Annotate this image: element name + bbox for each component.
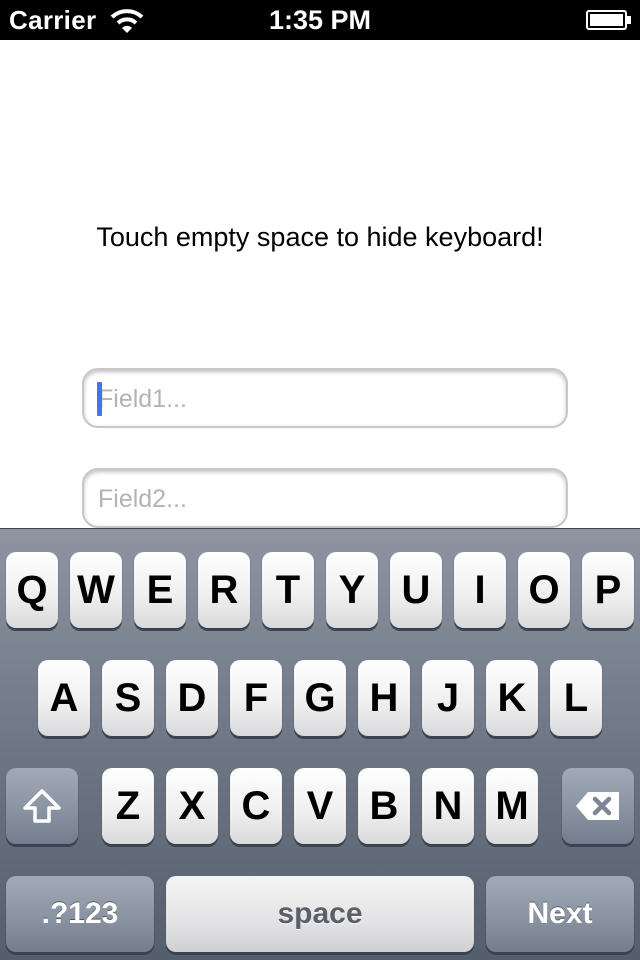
- key-b[interactable]: B: [358, 768, 410, 844]
- key-n[interactable]: N: [422, 768, 474, 844]
- key-p[interactable]: P: [582, 552, 634, 628]
- field1-placeholder: Field1...: [98, 385, 187, 413]
- backspace-key[interactable]: [562, 768, 634, 844]
- hint-label: Touch empty space to hide keyboard!: [96, 222, 544, 252]
- status-time: 1:35 PM: [268, 5, 372, 35]
- key-d[interactable]: D: [166, 660, 218, 736]
- status-bar: Carrier 1:35 PM: [0, 0, 640, 40]
- field1-input[interactable]: Field1...: [82, 368, 568, 428]
- key-y[interactable]: Y: [326, 552, 378, 628]
- key-c[interactable]: C: [230, 768, 282, 844]
- key-m[interactable]: M: [486, 768, 538, 844]
- key-a[interactable]: A: [38, 660, 90, 736]
- text-cursor: [97, 382, 102, 416]
- key-x[interactable]: X: [166, 768, 218, 844]
- key-j[interactable]: J: [422, 660, 474, 736]
- screen: Carrier 1:35 PM Touch empty space to hid…: [0, 0, 640, 960]
- key-q[interactable]: Q: [6, 552, 58, 628]
- key-g[interactable]: G: [294, 660, 346, 736]
- field2-placeholder: Field2...: [98, 485, 187, 513]
- battery-icon: [586, 10, 631, 30]
- key-f[interactable]: F: [230, 660, 282, 736]
- shift-key[interactable]: [6, 768, 78, 844]
- key-t[interactable]: T: [262, 552, 314, 628]
- key-z[interactable]: Z: [102, 768, 154, 844]
- field2-input[interactable]: Field2...: [82, 468, 568, 528]
- key-s[interactable]: S: [102, 660, 154, 736]
- key-k[interactable]: K: [486, 660, 538, 736]
- key-l[interactable]: L: [550, 660, 602, 736]
- key-o[interactable]: O: [518, 552, 570, 628]
- key-e[interactable]: E: [134, 552, 186, 628]
- key-u[interactable]: U: [390, 552, 442, 628]
- key-v[interactable]: V: [294, 768, 346, 844]
- key-r[interactable]: R: [198, 552, 250, 628]
- keyboard: Q W E R T Y U I O P A S D F G H J K L Z …: [0, 528, 640, 960]
- backspace-icon: [576, 792, 619, 820]
- key-w[interactable]: W: [70, 552, 122, 628]
- shift-icon: [23, 789, 61, 823]
- content-area[interactable]: Touch empty space to hide keyboard! Fiel…: [0, 40, 640, 528]
- key-h[interactable]: H: [358, 660, 410, 736]
- space-key[interactable]: space: [166, 876, 474, 952]
- key-i[interactable]: I: [454, 552, 506, 628]
- next-key[interactable]: Next: [486, 876, 634, 952]
- numbers-key[interactable]: .?123: [6, 876, 154, 952]
